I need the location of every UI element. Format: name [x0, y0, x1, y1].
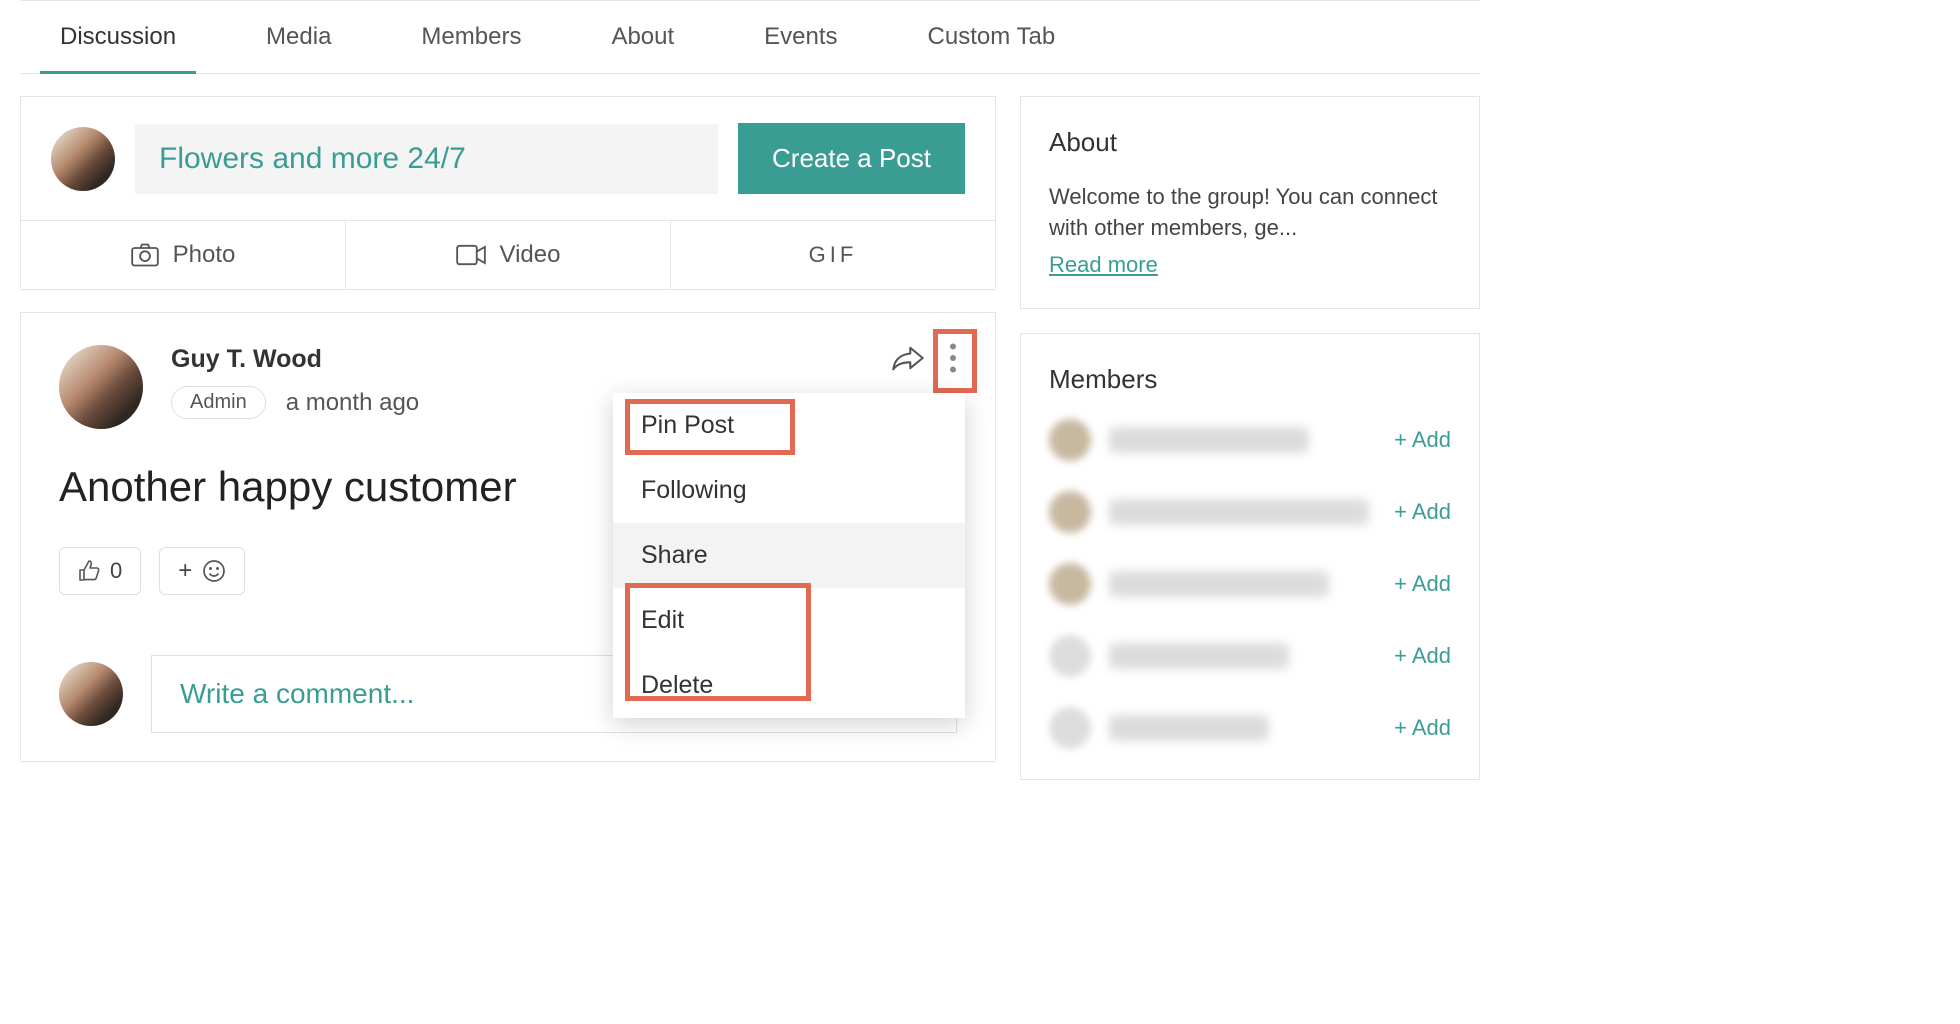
tab-events[interactable]: Events	[764, 1, 837, 73]
photo-label: Photo	[173, 241, 236, 269]
member-row: + Add	[1049, 491, 1451, 533]
avatar[interactable]	[1049, 707, 1091, 749]
more-icon[interactable]	[941, 337, 965, 379]
menu-delete[interactable]: Delete	[613, 653, 965, 718]
menu-pin[interactable]: Pin Post	[613, 393, 965, 458]
add-video-button[interactable]: Video	[345, 221, 670, 289]
share-icon[interactable]	[891, 345, 925, 371]
post-time: a month ago	[286, 389, 419, 417]
avatar[interactable]	[59, 345, 143, 429]
menu-share[interactable]: Share	[613, 523, 965, 588]
tab-about[interactable]: About	[611, 1, 674, 73]
gif-label: GIF	[809, 242, 858, 268]
compose-input[interactable]: Flowers and more 24/7	[135, 124, 718, 194]
tabs: Discussion Media Members About Events Cu…	[20, 0, 1480, 74]
add-member-button[interactable]: + Add	[1394, 715, 1451, 741]
member-row: + Add	[1049, 635, 1451, 677]
about-title: About	[1049, 127, 1451, 158]
tab-members[interactable]: Members	[421, 1, 521, 73]
menu-following[interactable]: Following	[613, 458, 965, 523]
like-count: 0	[110, 558, 122, 584]
members-box: Members + Add + Add + Add + Add	[1020, 333, 1480, 780]
post-menu: Pin Post Following Share Edit Delete	[613, 393, 965, 718]
add-reaction-button[interactable]: +	[159, 547, 245, 595]
member-row: + Add	[1049, 707, 1451, 749]
like-button[interactable]: 0	[59, 547, 141, 595]
admin-badge: Admin	[171, 386, 266, 419]
member-name	[1109, 427, 1309, 453]
member-row: + Add	[1049, 419, 1451, 461]
member-name	[1109, 499, 1369, 525]
member-name	[1109, 715, 1269, 741]
add-gif-button[interactable]: GIF	[670, 221, 995, 289]
plus-icon: +	[178, 559, 192, 583]
tab-discussion[interactable]: Discussion	[60, 1, 176, 73]
compose-box: Flowers and more 24/7 Create a Post Phot…	[20, 96, 996, 290]
camera-icon	[131, 243, 159, 267]
avatar[interactable]	[1049, 563, 1091, 605]
add-photo-button[interactable]: Photo	[21, 221, 345, 289]
about-text: Welcome to the group! You can connect wi…	[1049, 182, 1451, 244]
post-author[interactable]: Guy T. Wood	[171, 345, 419, 374]
about-box: About Welcome to the group! You can conn…	[1020, 96, 1480, 309]
video-icon	[456, 244, 486, 266]
members-title: Members	[1049, 364, 1451, 395]
menu-edit[interactable]: Edit	[613, 588, 965, 653]
avatar[interactable]	[1049, 635, 1091, 677]
post-card: Guy T. Wood Admin a month ago	[20, 312, 996, 762]
tab-media[interactable]: Media	[266, 1, 331, 73]
member-name	[1109, 571, 1329, 597]
avatar[interactable]	[1049, 419, 1091, 461]
thumbs-up-icon	[78, 560, 100, 582]
avatar[interactable]	[51, 127, 115, 191]
avatar[interactable]	[59, 662, 123, 726]
create-post-button[interactable]: Create a Post	[738, 123, 965, 194]
add-member-button[interactable]: + Add	[1394, 427, 1451, 453]
read-more-link[interactable]: Read more	[1049, 252, 1158, 278]
avatar[interactable]	[1049, 491, 1091, 533]
member-row: + Add	[1049, 563, 1451, 605]
video-label: Video	[500, 241, 561, 269]
member-name	[1109, 643, 1289, 669]
smile-icon	[202, 559, 226, 583]
add-member-button[interactable]: + Add	[1394, 571, 1451, 597]
add-member-button[interactable]: + Add	[1394, 499, 1451, 525]
tab-custom[interactable]: Custom Tab	[928, 1, 1056, 73]
add-member-button[interactable]: + Add	[1394, 643, 1451, 669]
